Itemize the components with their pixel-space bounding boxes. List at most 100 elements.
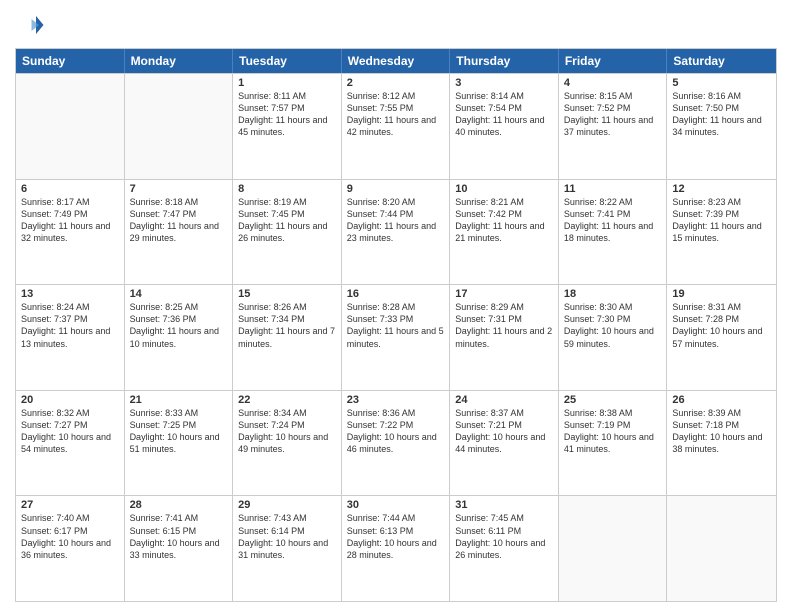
day-cell-1: 1Sunrise: 8:11 AM Sunset: 7:57 PM Daylig… bbox=[233, 74, 342, 179]
empty-cell bbox=[559, 496, 668, 601]
day-info: Sunrise: 8:32 AM Sunset: 7:27 PM Dayligh… bbox=[21, 407, 119, 456]
day-number: 19 bbox=[672, 288, 771, 300]
day-number: 22 bbox=[238, 394, 336, 406]
day-number: 21 bbox=[130, 394, 228, 406]
day-cell-20: 20Sunrise: 8:32 AM Sunset: 7:27 PM Dayli… bbox=[16, 391, 125, 496]
day-number: 5 bbox=[672, 77, 771, 89]
day-info: Sunrise: 8:29 AM Sunset: 7:31 PM Dayligh… bbox=[455, 301, 553, 350]
day-number: 9 bbox=[347, 183, 445, 195]
day-number: 4 bbox=[564, 77, 662, 89]
day-number: 7 bbox=[130, 183, 228, 195]
day-header-thursday: Thursday bbox=[450, 49, 559, 73]
day-info: Sunrise: 7:41 AM Sunset: 6:15 PM Dayligh… bbox=[130, 512, 228, 561]
day-number: 6 bbox=[21, 183, 119, 195]
day-info: Sunrise: 8:11 AM Sunset: 7:57 PM Dayligh… bbox=[238, 90, 336, 139]
calendar-row-2: 6Sunrise: 8:17 AM Sunset: 7:49 PM Daylig… bbox=[16, 179, 776, 285]
day-cell-14: 14Sunrise: 8:25 AM Sunset: 7:36 PM Dayli… bbox=[125, 285, 234, 390]
day-number: 31 bbox=[455, 499, 553, 511]
day-info: Sunrise: 8:38 AM Sunset: 7:19 PM Dayligh… bbox=[564, 407, 662, 456]
day-cell-12: 12Sunrise: 8:23 AM Sunset: 7:39 PM Dayli… bbox=[667, 180, 776, 285]
day-number: 11 bbox=[564, 183, 662, 195]
day-number: 13 bbox=[21, 288, 119, 300]
empty-cell bbox=[125, 74, 234, 179]
day-info: Sunrise: 8:28 AM Sunset: 7:33 PM Dayligh… bbox=[347, 301, 445, 350]
day-number: 2 bbox=[347, 77, 445, 89]
day-number: 28 bbox=[130, 499, 228, 511]
day-info: Sunrise: 7:43 AM Sunset: 6:14 PM Dayligh… bbox=[238, 512, 336, 561]
day-cell-18: 18Sunrise: 8:30 AM Sunset: 7:30 PM Dayli… bbox=[559, 285, 668, 390]
day-info: Sunrise: 8:20 AM Sunset: 7:44 PM Dayligh… bbox=[347, 196, 445, 245]
day-info: Sunrise: 8:33 AM Sunset: 7:25 PM Dayligh… bbox=[130, 407, 228, 456]
day-info: Sunrise: 8:30 AM Sunset: 7:30 PM Dayligh… bbox=[564, 301, 662, 350]
day-info: Sunrise: 8:16 AM Sunset: 7:50 PM Dayligh… bbox=[672, 90, 771, 139]
day-cell-8: 8Sunrise: 8:19 AM Sunset: 7:45 PM Daylig… bbox=[233, 180, 342, 285]
day-cell-21: 21Sunrise: 8:33 AM Sunset: 7:25 PM Dayli… bbox=[125, 391, 234, 496]
day-info: Sunrise: 8:26 AM Sunset: 7:34 PM Dayligh… bbox=[238, 301, 336, 350]
header bbox=[15, 10, 777, 40]
day-cell-17: 17Sunrise: 8:29 AM Sunset: 7:31 PM Dayli… bbox=[450, 285, 559, 390]
calendar-row-5: 27Sunrise: 7:40 AM Sunset: 6:17 PM Dayli… bbox=[16, 495, 776, 601]
day-cell-27: 27Sunrise: 7:40 AM Sunset: 6:17 PM Dayli… bbox=[16, 496, 125, 601]
day-info: Sunrise: 8:25 AM Sunset: 7:36 PM Dayligh… bbox=[130, 301, 228, 350]
day-info: Sunrise: 8:14 AM Sunset: 7:54 PM Dayligh… bbox=[455, 90, 553, 139]
day-cell-4: 4Sunrise: 8:15 AM Sunset: 7:52 PM Daylig… bbox=[559, 74, 668, 179]
day-number: 1 bbox=[238, 77, 336, 89]
day-info: Sunrise: 8:37 AM Sunset: 7:21 PM Dayligh… bbox=[455, 407, 553, 456]
day-number: 3 bbox=[455, 77, 553, 89]
day-number: 30 bbox=[347, 499, 445, 511]
day-info: Sunrise: 8:24 AM Sunset: 7:37 PM Dayligh… bbox=[21, 301, 119, 350]
day-number: 24 bbox=[455, 394, 553, 406]
day-cell-30: 30Sunrise: 7:44 AM Sunset: 6:13 PM Dayli… bbox=[342, 496, 451, 601]
day-info: Sunrise: 8:19 AM Sunset: 7:45 PM Dayligh… bbox=[238, 196, 336, 245]
day-number: 16 bbox=[347, 288, 445, 300]
day-cell-5: 5Sunrise: 8:16 AM Sunset: 7:50 PM Daylig… bbox=[667, 74, 776, 179]
day-number: 18 bbox=[564, 288, 662, 300]
day-number: 20 bbox=[21, 394, 119, 406]
day-info: Sunrise: 8:34 AM Sunset: 7:24 PM Dayligh… bbox=[238, 407, 336, 456]
day-info: Sunrise: 8:12 AM Sunset: 7:55 PM Dayligh… bbox=[347, 90, 445, 139]
day-info: Sunrise: 8:22 AM Sunset: 7:41 PM Dayligh… bbox=[564, 196, 662, 245]
day-info: Sunrise: 8:36 AM Sunset: 7:22 PM Dayligh… bbox=[347, 407, 445, 456]
day-info: Sunrise: 8:21 AM Sunset: 7:42 PM Dayligh… bbox=[455, 196, 553, 245]
day-cell-6: 6Sunrise: 8:17 AM Sunset: 7:49 PM Daylig… bbox=[16, 180, 125, 285]
day-cell-19: 19Sunrise: 8:31 AM Sunset: 7:28 PM Dayli… bbox=[667, 285, 776, 390]
page: SundayMondayTuesdayWednesdayThursdayFrid… bbox=[0, 0, 792, 612]
day-header-saturday: Saturday bbox=[667, 49, 776, 73]
day-cell-26: 26Sunrise: 8:39 AM Sunset: 7:18 PM Dayli… bbox=[667, 391, 776, 496]
day-cell-29: 29Sunrise: 7:43 AM Sunset: 6:14 PM Dayli… bbox=[233, 496, 342, 601]
day-cell-13: 13Sunrise: 8:24 AM Sunset: 7:37 PM Dayli… bbox=[16, 285, 125, 390]
day-number: 25 bbox=[564, 394, 662, 406]
empty-cell bbox=[16, 74, 125, 179]
day-number: 14 bbox=[130, 288, 228, 300]
day-number: 23 bbox=[347, 394, 445, 406]
day-number: 8 bbox=[238, 183, 336, 195]
day-cell-2: 2Sunrise: 8:12 AM Sunset: 7:55 PM Daylig… bbox=[342, 74, 451, 179]
day-cell-9: 9Sunrise: 8:20 AM Sunset: 7:44 PM Daylig… bbox=[342, 180, 451, 285]
day-number: 10 bbox=[455, 183, 553, 195]
day-cell-11: 11Sunrise: 8:22 AM Sunset: 7:41 PM Dayli… bbox=[559, 180, 668, 285]
day-cell-10: 10Sunrise: 8:21 AM Sunset: 7:42 PM Dayli… bbox=[450, 180, 559, 285]
day-header-monday: Monday bbox=[125, 49, 234, 73]
day-cell-7: 7Sunrise: 8:18 AM Sunset: 7:47 PM Daylig… bbox=[125, 180, 234, 285]
day-cell-22: 22Sunrise: 8:34 AM Sunset: 7:24 PM Dayli… bbox=[233, 391, 342, 496]
logo-icon bbox=[15, 10, 45, 40]
calendar: SundayMondayTuesdayWednesdayThursdayFrid… bbox=[15, 48, 777, 602]
day-info: Sunrise: 8:31 AM Sunset: 7:28 PM Dayligh… bbox=[672, 301, 771, 350]
calendar-row-3: 13Sunrise: 8:24 AM Sunset: 7:37 PM Dayli… bbox=[16, 284, 776, 390]
logo bbox=[15, 10, 49, 40]
day-number: 15 bbox=[238, 288, 336, 300]
day-cell-25: 25Sunrise: 8:38 AM Sunset: 7:19 PM Dayli… bbox=[559, 391, 668, 496]
day-number: 26 bbox=[672, 394, 771, 406]
day-cell-23: 23Sunrise: 8:36 AM Sunset: 7:22 PM Dayli… bbox=[342, 391, 451, 496]
day-header-tuesday: Tuesday bbox=[233, 49, 342, 73]
day-number: 17 bbox=[455, 288, 553, 300]
day-cell-28: 28Sunrise: 7:41 AM Sunset: 6:15 PM Dayli… bbox=[125, 496, 234, 601]
calendar-row-4: 20Sunrise: 8:32 AM Sunset: 7:27 PM Dayli… bbox=[16, 390, 776, 496]
day-cell-15: 15Sunrise: 8:26 AM Sunset: 7:34 PM Dayli… bbox=[233, 285, 342, 390]
day-header-friday: Friday bbox=[559, 49, 668, 73]
day-header-sunday: Sunday bbox=[16, 49, 125, 73]
empty-cell bbox=[667, 496, 776, 601]
day-cell-16: 16Sunrise: 8:28 AM Sunset: 7:33 PM Dayli… bbox=[342, 285, 451, 390]
day-info: Sunrise: 8:17 AM Sunset: 7:49 PM Dayligh… bbox=[21, 196, 119, 245]
day-info: Sunrise: 8:15 AM Sunset: 7:52 PM Dayligh… bbox=[564, 90, 662, 139]
